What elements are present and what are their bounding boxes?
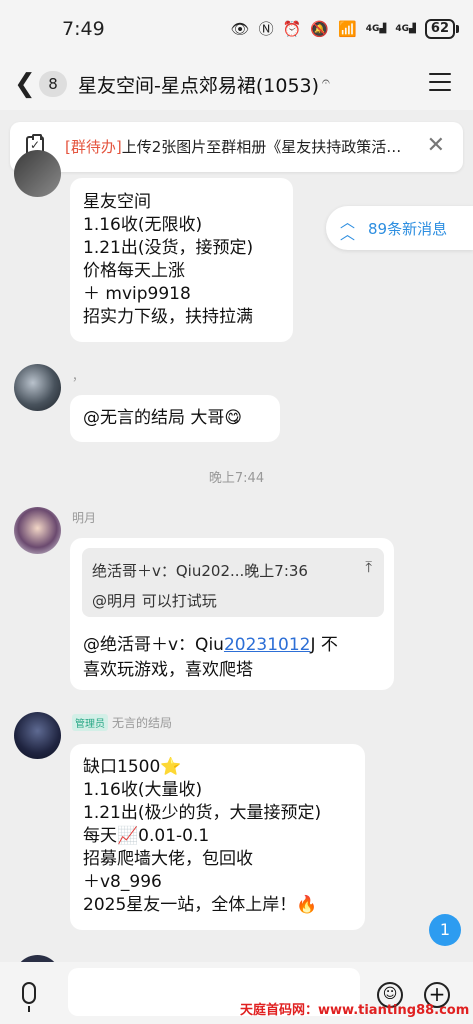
sender-name: 无言的结局 <box>112 716 173 730</box>
sender-name: ， <box>72 369 85 383</box>
status-icons: 👁 Ⓝ ⏰ 🔕 📶 4G▟ 4G▟ 62 <box>231 18 459 39</box>
nfc-icon: Ⓝ <box>258 20 274 38</box>
jump-to-top-icon[interactable]: ⤒ <box>365 558 372 576</box>
mute-icon: 🔕 <box>310 19 330 38</box>
avatar[interactable] <box>14 507 61 554</box>
new-messages-label: 89条新消息 <box>368 220 448 238</box>
message-bubble[interactable]: 缺口1500⭐ 1.16收(大量收) 1.21出(极少的货，大量接预定) 每天📈… <box>70 744 365 930</box>
message-line: @无言的结局 大哥😋 <box>83 408 243 428</box>
message-line: 每天📈0.01-0.1 <box>83 826 210 846</box>
todo-content: 上传2张图片至群相册《星友扶持政策活… <box>121 138 402 156</box>
message-line: 1.16收(无限收) <box>83 215 203 235</box>
status-time: 7:49 <box>62 18 105 40</box>
avatar[interactable] <box>14 364 61 411</box>
double-chevron-up-icon: ︿ ︿ <box>340 213 356 243</box>
admin-badge: 管理员 <box>72 714 108 731</box>
alarm-icon: ⏰ <box>282 19 302 38</box>
message-line: ＋ mvip9918 <box>83 284 191 304</box>
time-divider: 晚上7:44 <box>208 471 265 486</box>
battery-level: 62 <box>424 18 455 39</box>
chat-title[interactable]: 星友空间-星点郊易裙(1053) <box>78 71 319 98</box>
status-bar: 7:49 👁 Ⓝ ⏰ 🔕 📶 4G▟ 4G▟ 62 <box>0 0 473 58</box>
battery-icon: 62 <box>424 18 459 39</box>
todo-text[interactable]: [群待办]上传2张图片至群相册《星友扶持政策活… <box>65 136 425 157</box>
close-icon[interactable]: ✕ <box>427 133 445 158</box>
avatar[interactable] <box>14 150 61 197</box>
number-link[interactable]: 20231012 <box>224 635 311 655</box>
eye-icon: 👁 <box>230 19 250 38</box>
signal-4g-icon-2: 4G▟ <box>395 23 416 34</box>
group-todo-banner[interactable]: [群待办]上传2张图片至群相册《星友扶持政策活… ✕ <box>10 122 463 172</box>
watermark: 天庭首码网：www.tianting88.com <box>240 1003 470 1018</box>
message-text-line2: 喜欢玩游戏，喜欢爬塔 <box>83 660 253 680</box>
message-line: 2025星友一站，全体上岸！🔥 <box>83 895 318 915</box>
message-line: 星友空间 <box>83 192 151 212</box>
quote-header: 绝活哥＋v：Qiu202...晚上7:36 <box>92 562 308 580</box>
sender-name: 明月 <box>72 511 97 525</box>
message-line: 1.21出(没货，接预定) <box>83 238 254 258</box>
back-arrow-icon[interactable]: ❮ <box>14 70 36 98</box>
message-line: 招募爬墙大佬，包回收 <box>83 849 253 869</box>
message-line: 招实力下级，扶持拉满 <box>83 307 253 327</box>
new-messages-button[interactable]: ︿ ︿ 89条新消息 <box>326 206 473 250</box>
message-bubble[interactable]: 星友空间 1.16收(无限收) 1.21出(没货，接预定) 价格每天上涨 ＋ m… <box>70 178 293 342</box>
message-line: 1.16收(大量收) <box>83 780 203 800</box>
menu-icon[interactable] <box>429 73 451 91</box>
message-line: 缺口1500⭐ <box>83 757 182 777</box>
todo-tag: [群待办] <box>65 138 122 156</box>
wifi-icon: 📶 <box>338 19 357 38</box>
message-line: 1.21出(极少的货，大量接预定) <box>83 803 322 823</box>
message-bubble[interactable]: @无言的结局 大哥😋 <box>70 395 280 442</box>
earpiece-icon: 𝄐 <box>322 74 330 90</box>
message-text: @绝活哥＋v：Qiu20231012J 不 喜欢玩游戏，喜欢爬塔 <box>83 633 338 683</box>
message-text-suffix: J 不 <box>310 635 338 655</box>
unread-count-badge[interactable]: 8 <box>39 71 67 97</box>
nav-bar: ❮ 8 星友空间-星点郊易裙(1053) 𝄐 <box>0 58 473 110</box>
unread-mention-badge[interactable]: 1 <box>429 914 461 946</box>
avatar[interactable] <box>14 712 61 759</box>
sender-info: 管理员 无言的结局 <box>72 714 172 731</box>
message-text-prefix: @绝活哥＋v：Qiu <box>83 635 224 655</box>
microphone-icon[interactable] <box>22 982 36 1012</box>
quote-text: @明月 可以打试玩 <box>92 592 217 610</box>
signal-4g-icon: 4G▟ <box>365 23 387 34</box>
quoted-message[interactable]: 绝活哥＋v：Qiu202...晚上7:36 @明月 可以打试玩 ⤒ <box>82 548 384 617</box>
message-line: 价格每天上涨 <box>83 261 185 281</box>
message-line: ＋v8_996 <box>83 872 162 892</box>
